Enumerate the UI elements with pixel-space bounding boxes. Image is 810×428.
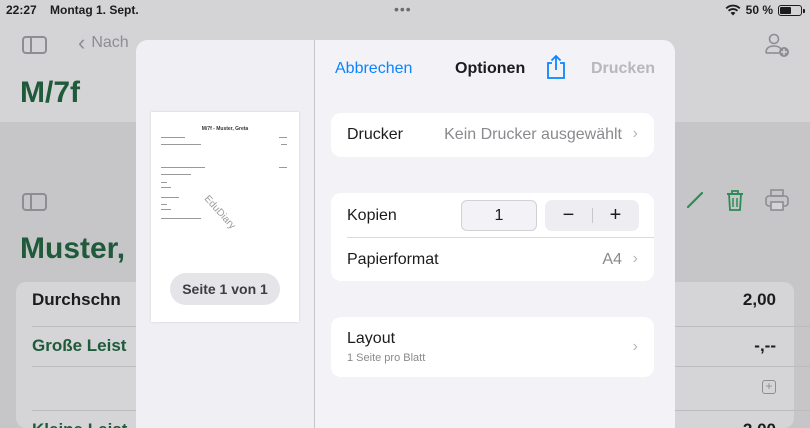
status-bar: 22:27 Montag 1. Sept. ••• 50 %: [0, 0, 810, 22]
preview-line: [161, 174, 191, 176]
preview-line: [161, 218, 201, 220]
toolbar-icons: [684, 188, 790, 212]
preview-line: [161, 167, 205, 169]
print-preview-pane: M/7f - Muster, Greta EduDiary Seite 1 vo…: [136, 40, 315, 428]
copies-label: Kopien: [347, 207, 397, 224]
preview-line: [281, 144, 287, 146]
page-count-label: Seite 1 von 1: [170, 273, 280, 305]
row-value-small: 2,00: [743, 420, 776, 428]
wifi-icon: [725, 4, 741, 16]
sidebar-icon-secondary[interactable]: [22, 193, 47, 211]
status-date: Montag 1. Sept.: [50, 3, 139, 17]
preview-line: [161, 204, 167, 206]
add-user-icon[interactable]: [764, 32, 790, 58]
paper-label: Papierformat: [347, 251, 439, 268]
preview-line: [161, 182, 167, 184]
row-label-large[interactable]: Große Leist: [32, 336, 126, 356]
sidebar-icon[interactable]: [22, 36, 47, 54]
chevron-right-icon: ›: [632, 125, 638, 142]
preview-line: [161, 209, 171, 211]
battery-percent: 50 %: [745, 3, 773, 17]
paper-size-row[interactable]: Papierformat A4 ›: [331, 237, 654, 281]
decrement-button[interactable]: −: [545, 200, 592, 231]
status-time: 22:27: [6, 3, 37, 17]
back-button[interactable]: ‹ Nach: [78, 30, 129, 55]
chevron-left-icon: ‹: [78, 30, 86, 55]
preview-line: [161, 137, 185, 139]
print-button[interactable]: Drucken: [591, 60, 655, 78]
row-value-large: -,--: [754, 336, 776, 355]
options-pane: Abbrechen Optionen Drucken Drucker Kein …: [315, 40, 675, 428]
printer-label: Drucker: [347, 126, 404, 143]
status-right: 50 %: [725, 3, 805, 17]
preview-line: [279, 167, 287, 169]
pencil-icon[interactable]: [684, 189, 706, 211]
paper-value: A4: [602, 251, 622, 268]
sheet-title: Optionen: [455, 60, 526, 77]
preview-line: [161, 144, 201, 146]
row-label-average: Durchschn: [32, 290, 121, 309]
back-label: Nach: [91, 34, 129, 51]
cancel-button[interactable]: Abbrechen: [335, 60, 412, 78]
layout-row[interactable]: Layout 1 Seite pro Blatt ›: [331, 317, 654, 377]
row-value-average: 2,00: [742, 290, 776, 309]
printer-value: Kein Drucker ausgewählt: [444, 126, 622, 143]
preview-page-title: M/7f - Muster, Greta: [201, 126, 249, 132]
preview-line: [161, 187, 171, 189]
chevron-right-icon: ›: [632, 250, 638, 267]
increment-button[interactable]: +: [592, 200, 639, 231]
row-label-small[interactable]: Kleine Leist: [32, 420, 127, 428]
preview-line: [279, 137, 287, 139]
share-icon[interactable]: [544, 54, 568, 80]
battery-fill: [780, 6, 791, 14]
copies-paper-group: Kopien 1 − + Papierformat A4 ›: [331, 193, 654, 281]
multitasking-dots-icon[interactable]: •••: [394, 1, 412, 17]
preview-line: [161, 197, 179, 199]
trash-icon[interactable]: [724, 188, 746, 212]
printer-row[interactable]: Drucker Kein Drucker ausgewählt ›: [331, 113, 654, 157]
copies-field[interactable]: 1: [461, 200, 537, 231]
class-title: M/7f: [20, 76, 80, 109]
add-grade-icon[interactable]: +: [762, 380, 776, 394]
layout-label: Layout: [347, 330, 396, 347]
preview-watermark: EduDiary: [201, 193, 238, 232]
chevron-right-icon: ›: [632, 338, 638, 355]
copies-stepper: − +: [545, 200, 639, 231]
options-navbar: Abbrechen Optionen Drucken: [315, 40, 675, 96]
student-title: Muster,: [20, 232, 126, 265]
print-options-sheet: M/7f - Muster, Greta EduDiary Seite 1 vo…: [136, 40, 675, 428]
printer-icon[interactable]: [764, 188, 790, 212]
battery-icon: [778, 4, 805, 16]
layout-subtitle: 1 Seite pro Blatt: [347, 352, 426, 364]
